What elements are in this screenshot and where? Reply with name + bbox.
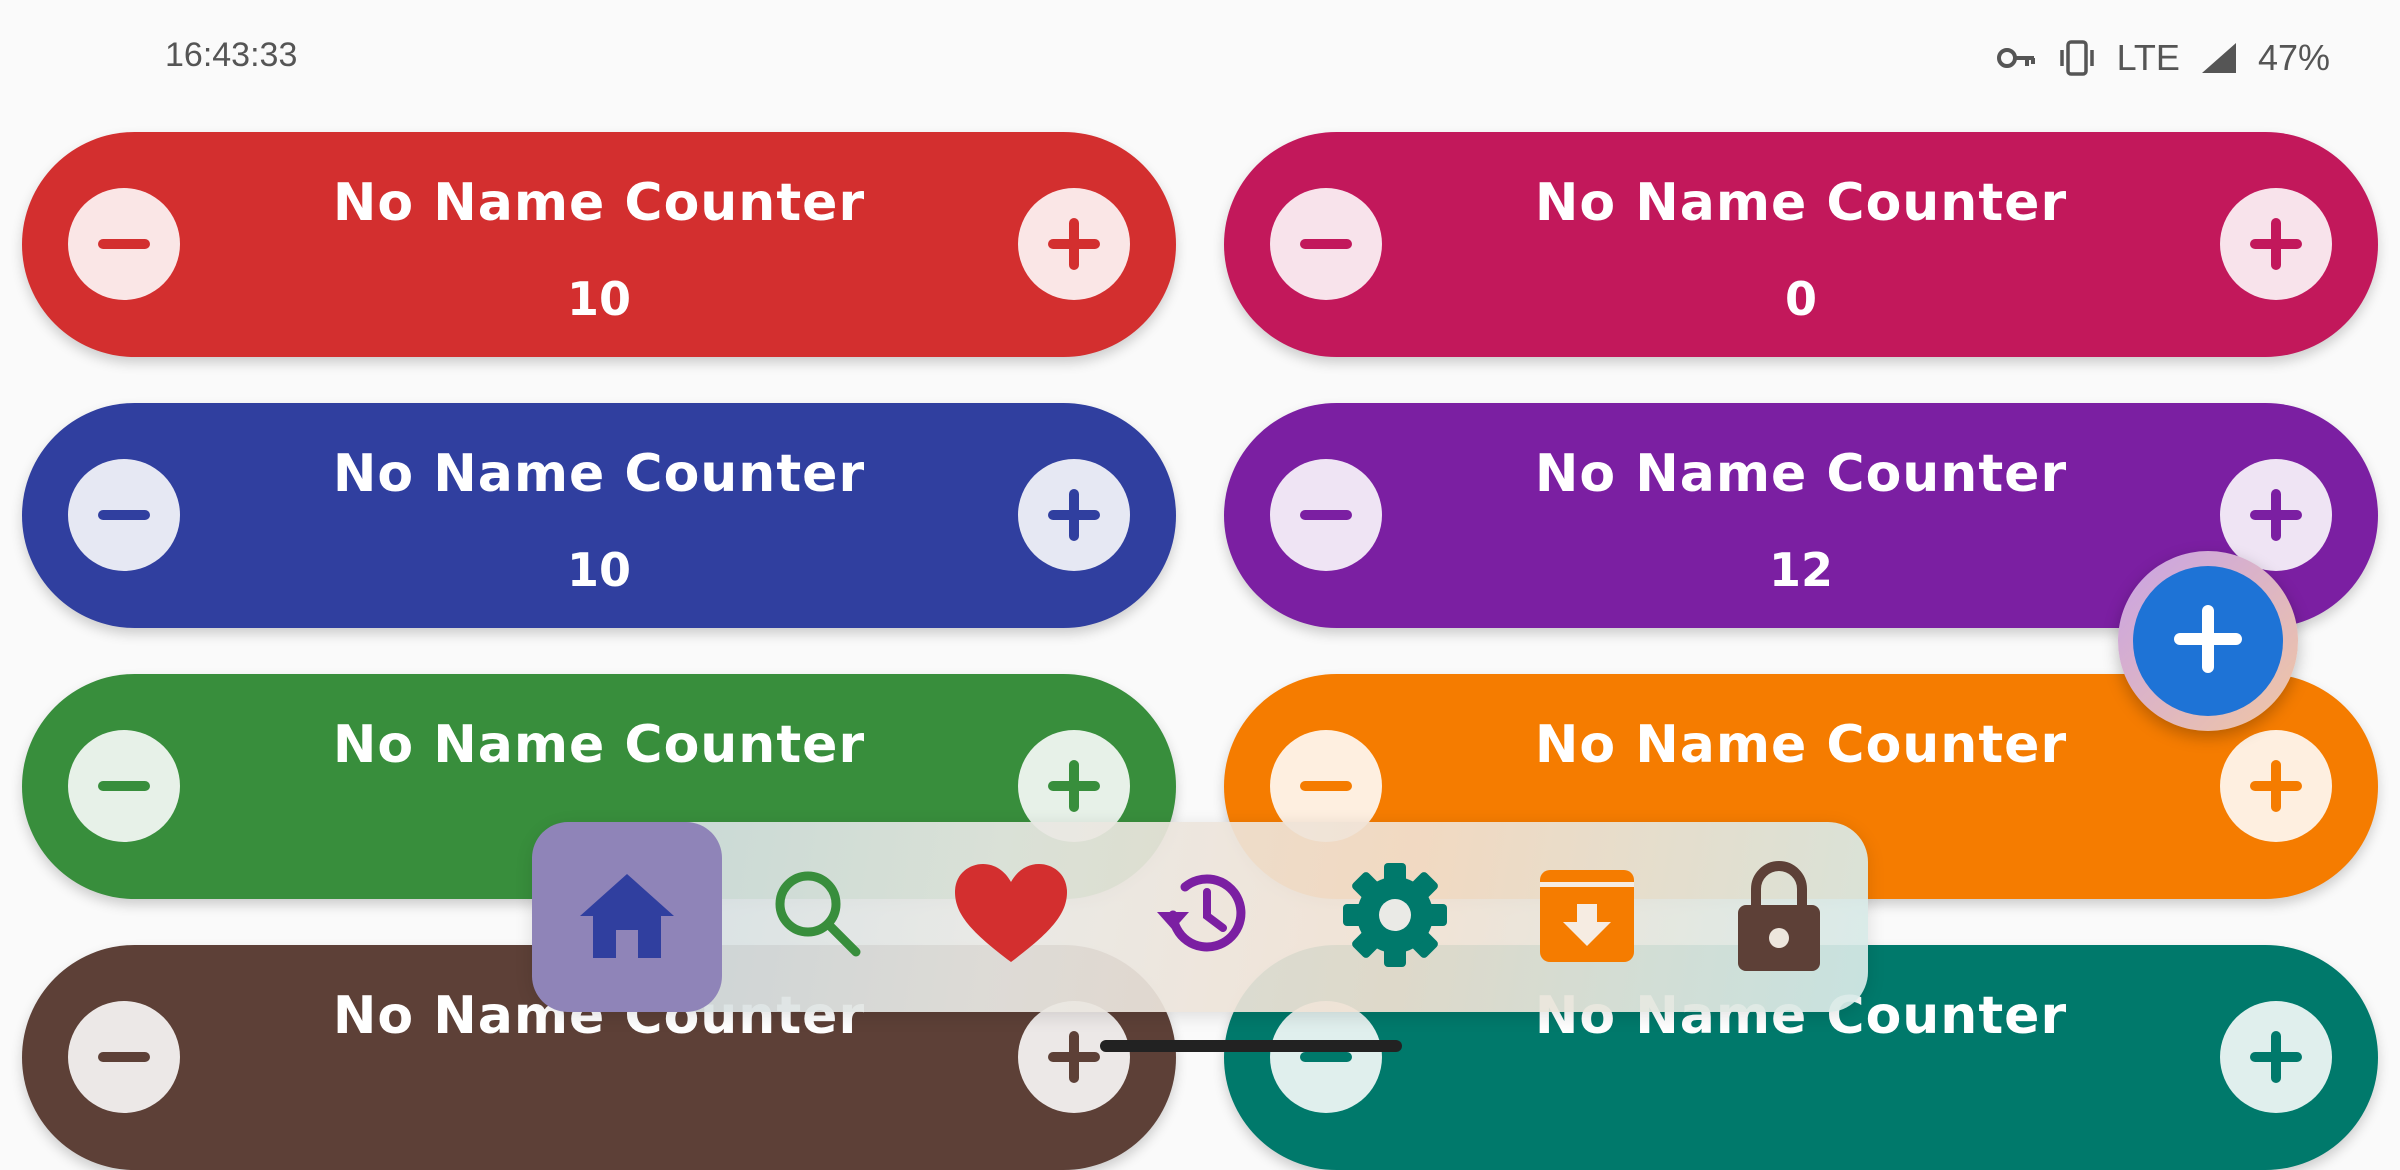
counter-title: No Name Counter	[332, 444, 866, 504]
nav-home[interactable]	[532, 822, 722, 1012]
signal-icon	[2200, 41, 2238, 75]
status-icons: LTE 47%	[1996, 30, 2330, 86]
counter-card: No Name Counter 0	[1224, 132, 2378, 357]
increment-button[interactable]	[2220, 459, 2332, 571]
history-icon	[1143, 860, 1263, 974]
home-icon	[572, 860, 682, 974]
counter-title: No Name Counter	[1534, 173, 2068, 233]
battery-level: 47%	[2257, 37, 2330, 78]
increment-button[interactable]	[2220, 1001, 2332, 1113]
heart-icon	[951, 860, 1071, 974]
counter-title: No Name Counter	[332, 715, 866, 775]
gesture-home-indicator[interactable]	[1100, 1040, 1402, 1052]
counter-title: No Name Counter	[332, 173, 866, 233]
counter-card: No Name Counter 10	[22, 132, 1176, 357]
gear-icon	[1340, 860, 1450, 974]
increment-button[interactable]	[1018, 459, 1130, 571]
nav-favorites[interactable]	[916, 822, 1106, 1012]
increment-button[interactable]	[1018, 1001, 1130, 1113]
add-icon	[2168, 599, 2248, 683]
vibrate-icon	[2057, 38, 2097, 78]
vpn-key-icon	[1996, 46, 2037, 70]
search-icon	[764, 860, 874, 974]
nav-settings[interactable]	[1300, 822, 1490, 1012]
increment-button[interactable]	[1018, 188, 1130, 300]
bottom-nav	[532, 822, 1868, 1012]
increment-button[interactable]	[2220, 730, 2332, 842]
lock-icon	[1724, 855, 1834, 979]
archive-icon	[1532, 860, 1642, 974]
counter-value: 10	[566, 272, 631, 326]
nav-history[interactable]	[1108, 822, 1298, 1012]
counter-card: No Name Counter 10	[22, 403, 1176, 628]
nav-search[interactable]	[724, 822, 914, 1012]
counter-value: 0	[1784, 272, 1817, 326]
network-type: LTE	[2116, 37, 2180, 78]
counter-value: 10	[566, 543, 631, 597]
increment-button[interactable]	[2220, 188, 2332, 300]
nav-archive[interactable]	[1492, 822, 1682, 1012]
counter-title: No Name Counter	[1534, 444, 2068, 504]
nav-lock[interactable]	[1684, 822, 1874, 1012]
add-counter-fab[interactable]	[2133, 566, 2283, 716]
status-time: 16:43:33	[165, 36, 298, 74]
